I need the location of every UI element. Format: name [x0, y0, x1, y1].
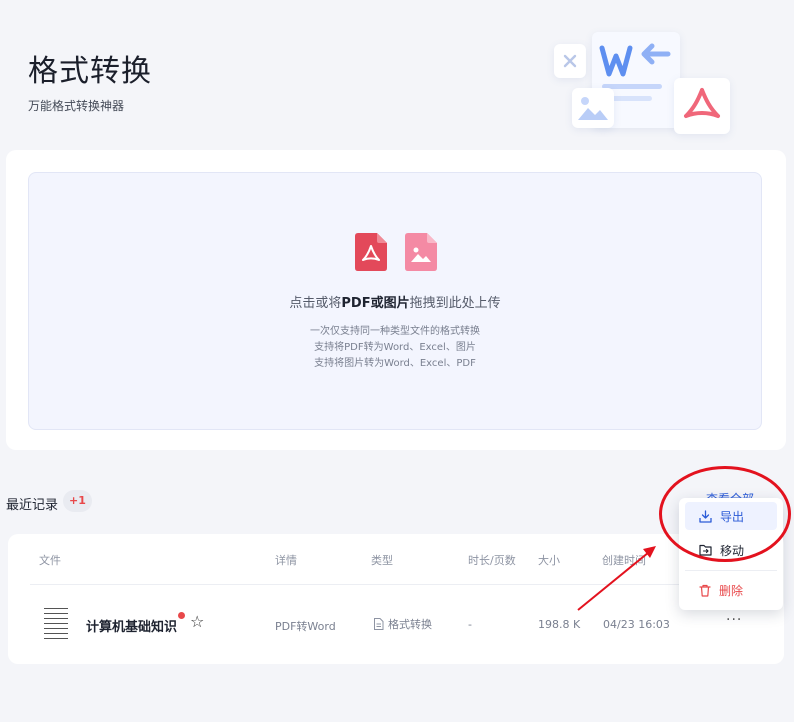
annotation-arrow [577, 546, 656, 611]
upload-dropzone[interactable]: 点击或将PDF或图片拖拽到此处上传 一次仅支持同一种类型文件的格式转换 支持将P… [28, 172, 762, 430]
menu-divider [685, 570, 777, 571]
file-size: 198.8 K [538, 618, 581, 631]
upload-hint: 一次仅支持同一种类型文件的格式转换 [310, 326, 480, 337]
page-subtitle: 万能格式转换神器 [28, 99, 125, 113]
page-title: 格式转换 [28, 54, 152, 89]
upload-instruction: 点击或将PDF或图片拖拽到此处上传 [289, 296, 501, 311]
recent-records-title: 最近记录 [6, 498, 59, 513]
column-header-file: 文件 [39, 554, 61, 567]
upload-hint: 支持将PDF转为Word、Excel、图片 [314, 342, 476, 353]
annotation-circle [659, 466, 791, 562]
upload-panel: 点击或将PDF或图片拖拽到此处上传 一次仅支持同一种类型文件的格式转换 支持将P… [6, 150, 786, 450]
pdf-file-icon [674, 78, 730, 134]
column-header-type: 类型 [371, 554, 393, 567]
upload-hints: 一次仅支持同一种类型文件的格式转换 支持将PDF转为Word、Excel、图片 … [29, 324, 761, 372]
file-detail: PDF转Word [275, 620, 336, 633]
delete-label: 删除 [719, 583, 744, 598]
page-header: 格式转换 万能格式转换神器 [0, 0, 794, 150]
image-icon [405, 233, 437, 271]
file-thumbnail [44, 606, 68, 640]
pdf-icon [355, 233, 387, 271]
document-icon [374, 618, 384, 630]
file-created-time: 04/23 16:03 [603, 618, 670, 631]
upload-file-types: PDF或图片 [341, 296, 410, 311]
file-type-label: 格式转换 [388, 618, 432, 631]
excel-icon [554, 44, 586, 78]
trash-icon [699, 584, 711, 597]
header-illustration [552, 30, 742, 140]
file-duration: - [468, 618, 472, 631]
delete-menu-item[interactable]: 删除 [685, 576, 777, 604]
column-header-detail: 详情 [275, 554, 297, 567]
file-name[interactable]: 计算机基础知识 [86, 616, 177, 635]
star-icon[interactable]: ☆ [190, 614, 204, 630]
image-file-icon [572, 88, 614, 128]
file-type: 格式转换 [373, 616, 432, 632]
column-header-size: 大小 [538, 554, 560, 567]
more-options-button[interactable]: ··· [726, 612, 742, 628]
new-indicator-dot [178, 612, 185, 619]
upload-hint: 支持将图片转为Word、Excel、PDF [314, 358, 476, 369]
recent-count-badge: +1 [63, 490, 92, 512]
column-header-duration: 时长/页数 [468, 554, 516, 567]
